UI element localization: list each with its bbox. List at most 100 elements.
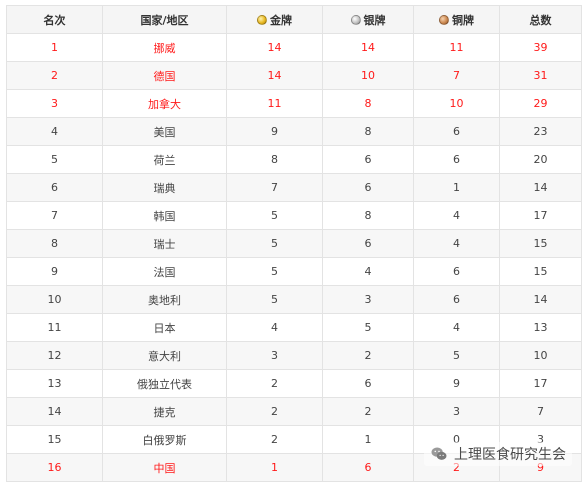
gold-cell: 9 — [226, 117, 323, 146]
table-row[interactable]: 11 日本 4 5 4 13 — [6, 313, 582, 342]
total-cell: 14 — [499, 173, 582, 202]
country-cell: 美国 — [102, 117, 227, 146]
silver-cell: 6 — [322, 145, 414, 174]
rank-cell: 1 — [6, 33, 103, 62]
bronze-cell: 4 — [413, 229, 500, 258]
silver-cell: 6 — [322, 173, 414, 202]
rank-cell: 14 — [6, 397, 103, 426]
table-row[interactable]: 12 意大利 3 2 5 10 — [6, 341, 582, 370]
table-row[interactable]: 4 美国 9 8 6 23 — [6, 117, 582, 146]
silver-cell: 8 — [322, 117, 414, 146]
gold-header-label: 金牌 — [270, 13, 292, 27]
gold-cell: 5 — [226, 257, 323, 286]
table-row[interactable]: 8 瑞士 5 6 4 15 — [6, 229, 582, 258]
silver-cell: 2 — [322, 341, 414, 370]
gold-cell: 3 — [226, 341, 323, 370]
country-cell: 瑞典 — [102, 173, 227, 202]
gold-cell: 2 — [226, 425, 323, 454]
silver-cell: 2 — [322, 397, 414, 426]
table-row[interactable]: 10 奥地利 5 3 6 14 — [6, 285, 582, 314]
silver-cell: 3 — [322, 285, 414, 314]
wechat-icon — [431, 447, 447, 460]
country-cell: 奥地利 — [102, 285, 227, 314]
gold-cell: 14 — [226, 33, 323, 62]
watermark: 上理医食研究生会 — [424, 442, 572, 466]
bronze-cell: 4 — [413, 313, 500, 342]
gold-cell: 1 — [226, 453, 323, 482]
rank-cell: 11 — [6, 313, 103, 342]
country-cell: 白俄罗斯 — [102, 425, 227, 454]
total-cell: 15 — [499, 229, 582, 258]
silver-cell: 1 — [322, 425, 414, 454]
total-cell: 29 — [499, 89, 582, 118]
silver-cell: 4 — [322, 257, 414, 286]
bronze-cell: 6 — [413, 285, 500, 314]
gold-cell: 14 — [226, 61, 323, 90]
total-cell: 14 — [499, 285, 582, 314]
bronze-cell: 3 — [413, 397, 500, 426]
silver-header-content: 银牌 — [350, 12, 386, 28]
table-row[interactable]: 7 韩国 5 8 4 17 — [6, 201, 582, 230]
total-cell: 20 — [499, 145, 582, 174]
gold-cell: 5 — [226, 229, 323, 258]
country-cell: 捷克 — [102, 397, 227, 426]
bronze-cell: 6 — [413, 145, 500, 174]
total-header[interactable]: 总数 — [499, 5, 582, 34]
gold-medal-icon — [257, 14, 267, 25]
gold-cell: 5 — [226, 201, 323, 230]
gold-cell: 2 — [226, 369, 323, 398]
table-header: 名次 国家/地区 金牌 银牌 铜牌 总数 — [6, 5, 582, 34]
bronze-cell: 5 — [413, 341, 500, 370]
bronze-header[interactable]: 铜牌 — [413, 5, 500, 34]
rank-cell: 5 — [6, 145, 103, 174]
silver-cell: 10 — [322, 61, 414, 90]
bronze-cell: 1 — [413, 173, 500, 202]
gold-cell: 8 — [226, 145, 323, 174]
country-header-label: 国家/地区 — [140, 13, 189, 27]
rank-header-label: 名次 — [43, 13, 66, 27]
country-cell: 挪威 — [102, 33, 227, 62]
table-row[interactable]: 13 俄独立代表 2 6 9 17 — [6, 369, 582, 398]
total-cell: 17 — [499, 369, 582, 398]
silver-cell: 6 — [322, 369, 414, 398]
rank-cell: 4 — [6, 117, 103, 146]
country-cell: 荷兰 — [102, 145, 227, 174]
rank-cell: 3 — [6, 89, 103, 118]
table-row[interactable]: 3 加拿大 11 8 10 29 — [6, 89, 582, 118]
total-cell: 7 — [499, 397, 582, 426]
silver-cell: 5 — [322, 313, 414, 342]
gold-header-content: 金牌 — [257, 12, 292, 28]
table-row[interactable]: 6 瑞典 7 6 1 14 — [6, 173, 582, 202]
bronze-header-content: 铜牌 — [439, 12, 474, 28]
rank-cell: 8 — [6, 229, 103, 258]
table-row[interactable]: 9 法国 5 4 6 15 — [6, 257, 582, 286]
gold-cell: 7 — [226, 173, 323, 202]
rank-cell: 7 — [6, 201, 103, 230]
gold-cell: 2 — [226, 397, 323, 426]
country-cell: 日本 — [102, 313, 227, 342]
country-cell: 德国 — [102, 61, 227, 90]
total-cell: 31 — [499, 61, 582, 90]
silver-header[interactable]: 银牌 — [322, 5, 414, 34]
silver-header-label: 银牌 — [363, 13, 386, 27]
country-cell: 意大利 — [102, 341, 227, 370]
total-cell: 17 — [499, 201, 582, 230]
gold-header[interactable]: 金牌 — [226, 5, 323, 34]
table-row[interactable]: 2 德国 14 10 7 31 — [6, 61, 582, 90]
rank-cell: 13 — [6, 369, 103, 398]
rank-header[interactable]: 名次 — [6, 5, 103, 34]
bronze-cell: 6 — [413, 117, 500, 146]
rank-cell: 15 — [6, 425, 103, 454]
silver-cell: 6 — [322, 453, 414, 482]
table-row[interactable]: 5 荷兰 8 6 6 20 — [6, 145, 582, 174]
country-header[interactable]: 国家/地区 — [102, 5, 227, 34]
silver-cell: 6 — [322, 229, 414, 258]
rank-cell: 12 — [6, 341, 103, 370]
bronze-cell: 4 — [413, 201, 500, 230]
silver-medal-icon — [350, 14, 361, 25]
gold-cell: 11 — [226, 89, 323, 118]
table-row[interactable]: 1 挪威 14 14 11 39 — [6, 33, 582, 62]
table-body: 1 挪威 14 14 11 39 2 德国 14 10 7 31 3 加拿大 11 8 10 29 4 美国 9 8 6 23… — [6, 33, 582, 482]
table-row[interactable]: 14 捷克 2 2 3 7 — [6, 397, 582, 426]
country-cell: 法国 — [102, 257, 227, 286]
